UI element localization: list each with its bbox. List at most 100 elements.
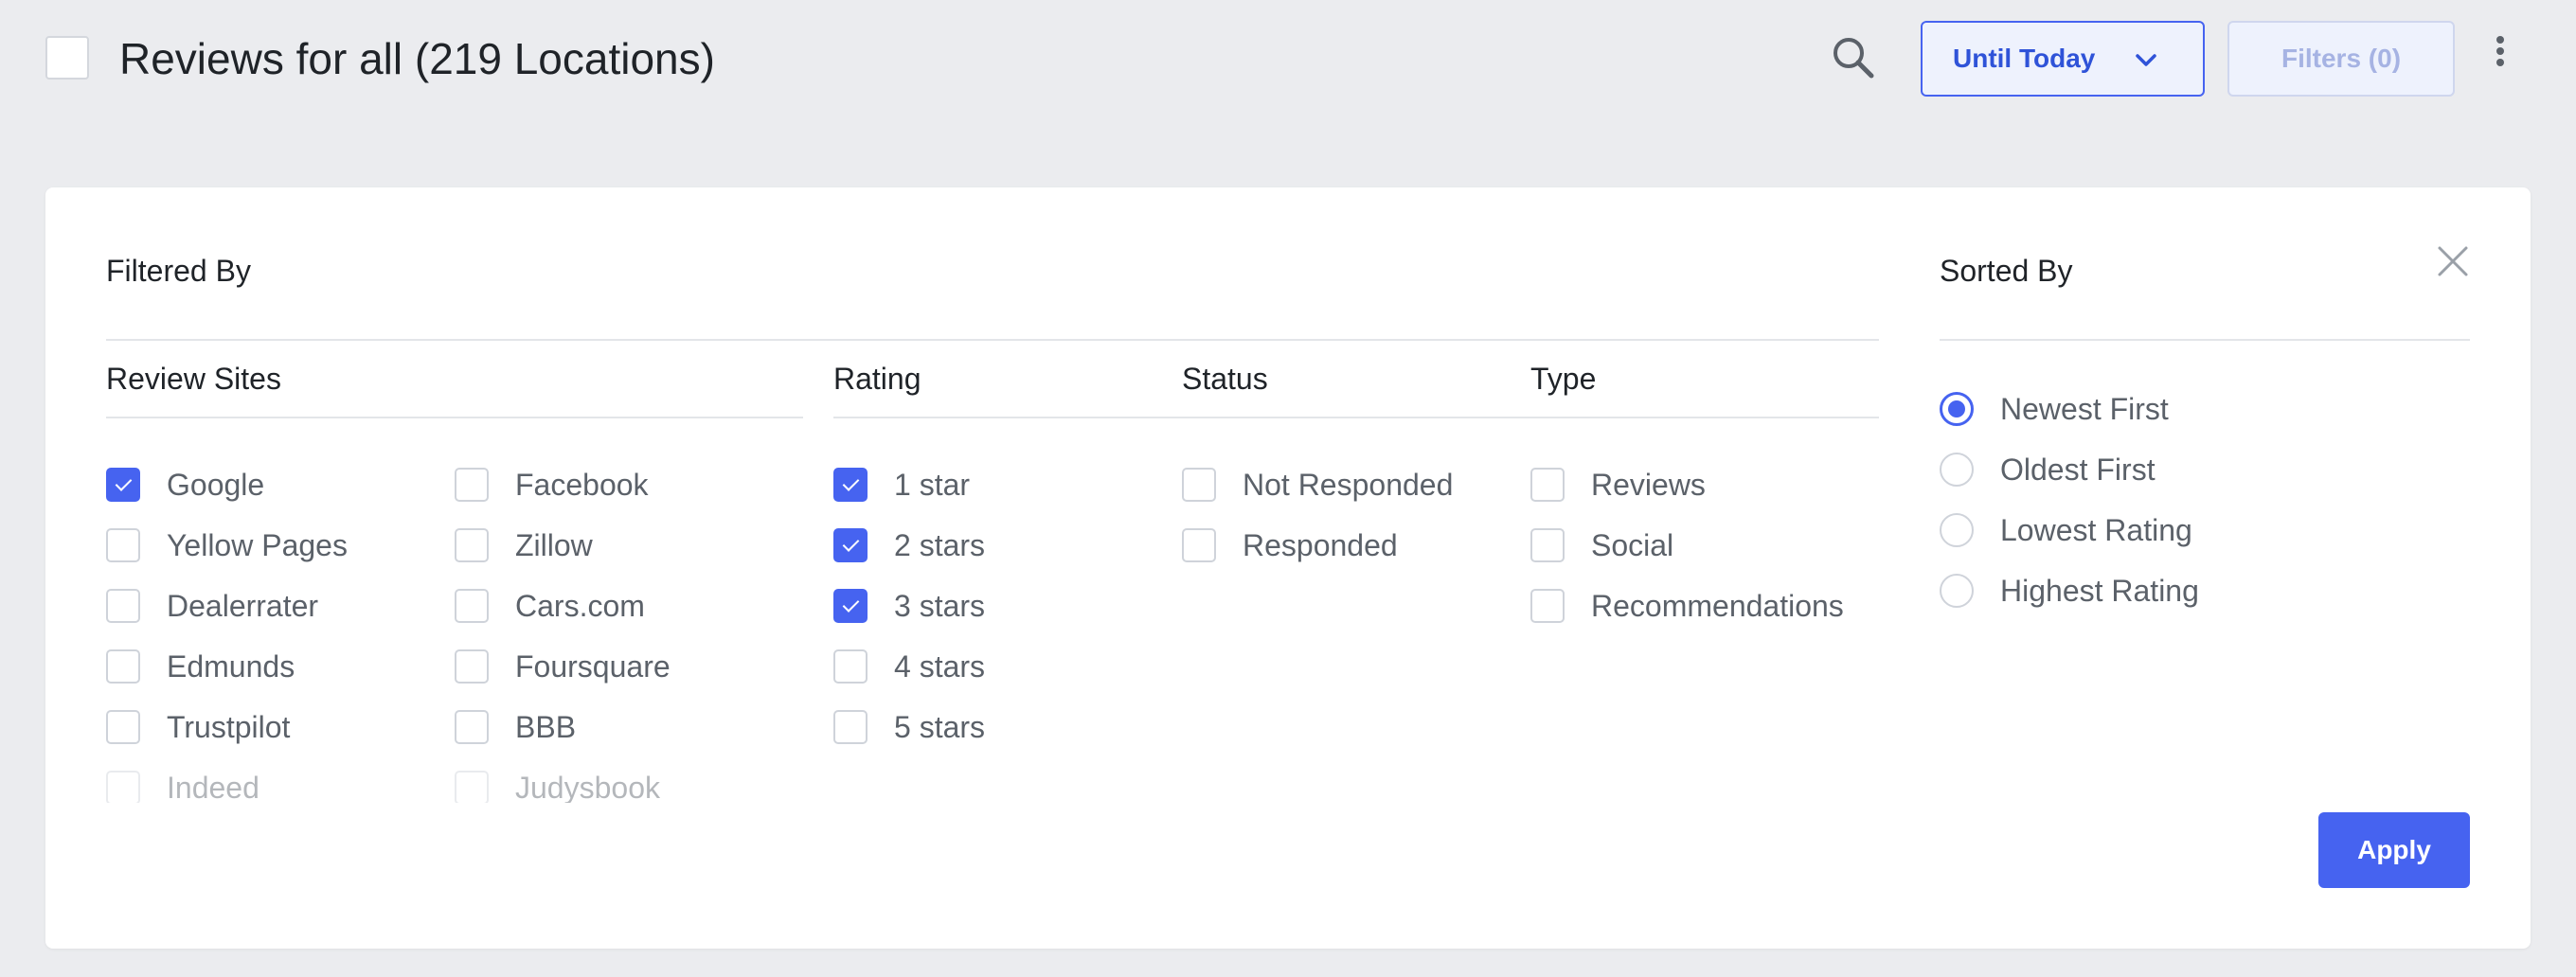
radio-selected[interactable]	[1940, 392, 1974, 426]
checkbox[interactable]	[455, 771, 489, 803]
checkbox[interactable]	[1182, 528, 1216, 562]
filter-option[interactable]: Foursquare	[455, 648, 671, 685]
checkbox[interactable]	[106, 528, 140, 562]
option-label: Oldest First	[2000, 452, 2156, 487]
option-label: Trustpilot	[167, 709, 291, 744]
checkbox[interactable]	[106, 649, 140, 684]
checkbox[interactable]	[833, 649, 868, 684]
divider	[106, 339, 1879, 341]
divider	[106, 417, 803, 418]
checkbox[interactable]	[106, 589, 140, 623]
type-heading: Type	[1530, 362, 1597, 396]
select-all-checkbox[interactable]	[45, 36, 89, 80]
filter-option[interactable]: Facebook	[455, 466, 649, 504]
sort-option[interactable]: Lowest Rating	[1940, 511, 2192, 549]
option-label: Reviews	[1591, 467, 1706, 502]
filter-option[interactable]: 5 stars	[833, 708, 985, 746]
filter-option[interactable]: 4 stars	[833, 648, 985, 685]
filter-option[interactable]: Cars.com	[455, 587, 645, 625]
sort-option[interactable]: Highest Rating	[1940, 572, 2199, 610]
filtered-by-heading: Filtered By	[106, 254, 251, 288]
sort-option[interactable]: Oldest First	[1940, 451, 2156, 488]
filter-panel: Filtered By Review Sites Rating Status T…	[45, 187, 2531, 949]
option-label: Not Responded	[1243, 467, 1454, 502]
checkbox-checked[interactable]	[833, 528, 868, 562]
option-label: Yellow Pages	[167, 527, 348, 562]
option-label: Lowest Rating	[2000, 512, 2192, 547]
radio[interactable]	[1940, 453, 1974, 487]
filter-option[interactable]: Indeed	[106, 769, 259, 803]
checkbox[interactable]	[833, 710, 868, 744]
checkbox[interactable]	[455, 468, 489, 502]
search-button[interactable]	[1828, 32, 1881, 85]
option-label: 5 stars	[894, 709, 986, 744]
checkbox[interactable]	[1530, 589, 1565, 623]
filters-label: Filters (0)	[2281, 44, 2402, 73]
option-label: Judysbook	[515, 770, 660, 804]
option-label: Newest First	[2000, 391, 2169, 426]
filter-option[interactable]: Not Responded	[1182, 466, 1453, 504]
chevron-down-icon	[2136, 54, 2156, 66]
checkbox-checked[interactable]	[833, 468, 868, 502]
checkbox[interactable]	[455, 710, 489, 744]
filter-option[interactable]: Social	[1530, 526, 1673, 564]
option-label: Recommendations	[1591, 588, 1844, 623]
filter-option[interactable]: Reviews	[1530, 466, 1706, 504]
option-label: 4 stars	[894, 648, 986, 684]
date-range-label: Until Today	[1953, 44, 2096, 73]
option-label: Edmunds	[167, 648, 295, 684]
more-options-button[interactable]	[2483, 30, 2517, 76]
checkbox-checked[interactable]	[106, 468, 140, 502]
filters-button[interactable]: Filters (0)	[2227, 21, 2455, 97]
checkbox-checked[interactable]	[833, 589, 868, 623]
apply-button[interactable]: Apply	[2318, 812, 2470, 888]
checkbox[interactable]	[1182, 468, 1216, 502]
checkbox[interactable]	[106, 771, 140, 803]
filter-option[interactable]: Zillow	[455, 526, 593, 564]
radio[interactable]	[1940, 574, 1974, 608]
filter-option[interactable]: Judysbook	[455, 769, 660, 803]
apply-label: Apply	[2357, 835, 2431, 864]
date-range-dropdown[interactable]: Until Today	[1921, 21, 2205, 97]
top-bar: Reviews for all (219 Locations) Until To…	[0, 0, 2576, 123]
radio[interactable]	[1940, 513, 1974, 547]
filter-option[interactable]: 2 stars	[833, 526, 985, 564]
filter-option[interactable]: Google	[106, 466, 264, 504]
option-label: Dealerrater	[167, 588, 319, 623]
checkbox[interactable]	[455, 589, 489, 623]
page-title: Reviews for all (219 Locations)	[119, 34, 715, 83]
option-label: Responded	[1243, 527, 1398, 562]
checkbox[interactable]	[1530, 528, 1565, 562]
option-label: Zillow	[515, 527, 593, 562]
option-label: 2 stars	[894, 527, 986, 562]
checkbox[interactable]	[1530, 468, 1565, 502]
option-label: Cars.com	[515, 588, 645, 623]
checkbox[interactable]	[455, 528, 489, 562]
option-label: Social	[1591, 527, 1674, 562]
close-icon	[2438, 246, 2468, 276]
option-label: Highest Rating	[2000, 573, 2199, 608]
checkbox[interactable]	[455, 649, 489, 684]
filter-option[interactable]: Recommendations	[1530, 587, 1844, 625]
review-sites-heading: Review Sites	[106, 362, 281, 396]
filter-option[interactable]: Yellow Pages	[106, 526, 348, 564]
option-label: Facebook	[515, 467, 649, 502]
checkbox[interactable]	[106, 710, 140, 744]
filter-option[interactable]: 3 stars	[833, 587, 985, 625]
filter-option[interactable]: BBB	[455, 708, 576, 746]
option-label: 3 stars	[894, 588, 986, 623]
more-vertical-icon	[2496, 36, 2504, 66]
option-label: 1 star	[894, 467, 971, 502]
sort-option[interactable]: Newest First	[1940, 390, 2169, 428]
review-sites-list: Google Yellow Pages Dealerrater Edmunds Trus…	[106, 443, 826, 803]
filter-option[interactable]: Edmunds	[106, 648, 295, 685]
sorted-by-heading: Sorted By	[1940, 254, 2073, 288]
rating-heading: Rating	[833, 362, 921, 396]
filter-option[interactable]: 1 star	[833, 466, 970, 504]
filter-option[interactable]: Responded	[1182, 526, 1398, 564]
close-button[interactable]	[2436, 244, 2470, 278]
option-label: BBB	[515, 709, 577, 744]
option-label: Foursquare	[515, 648, 671, 684]
filter-option[interactable]: Trustpilot	[106, 708, 290, 746]
filter-option[interactable]: Dealerrater	[106, 587, 318, 625]
